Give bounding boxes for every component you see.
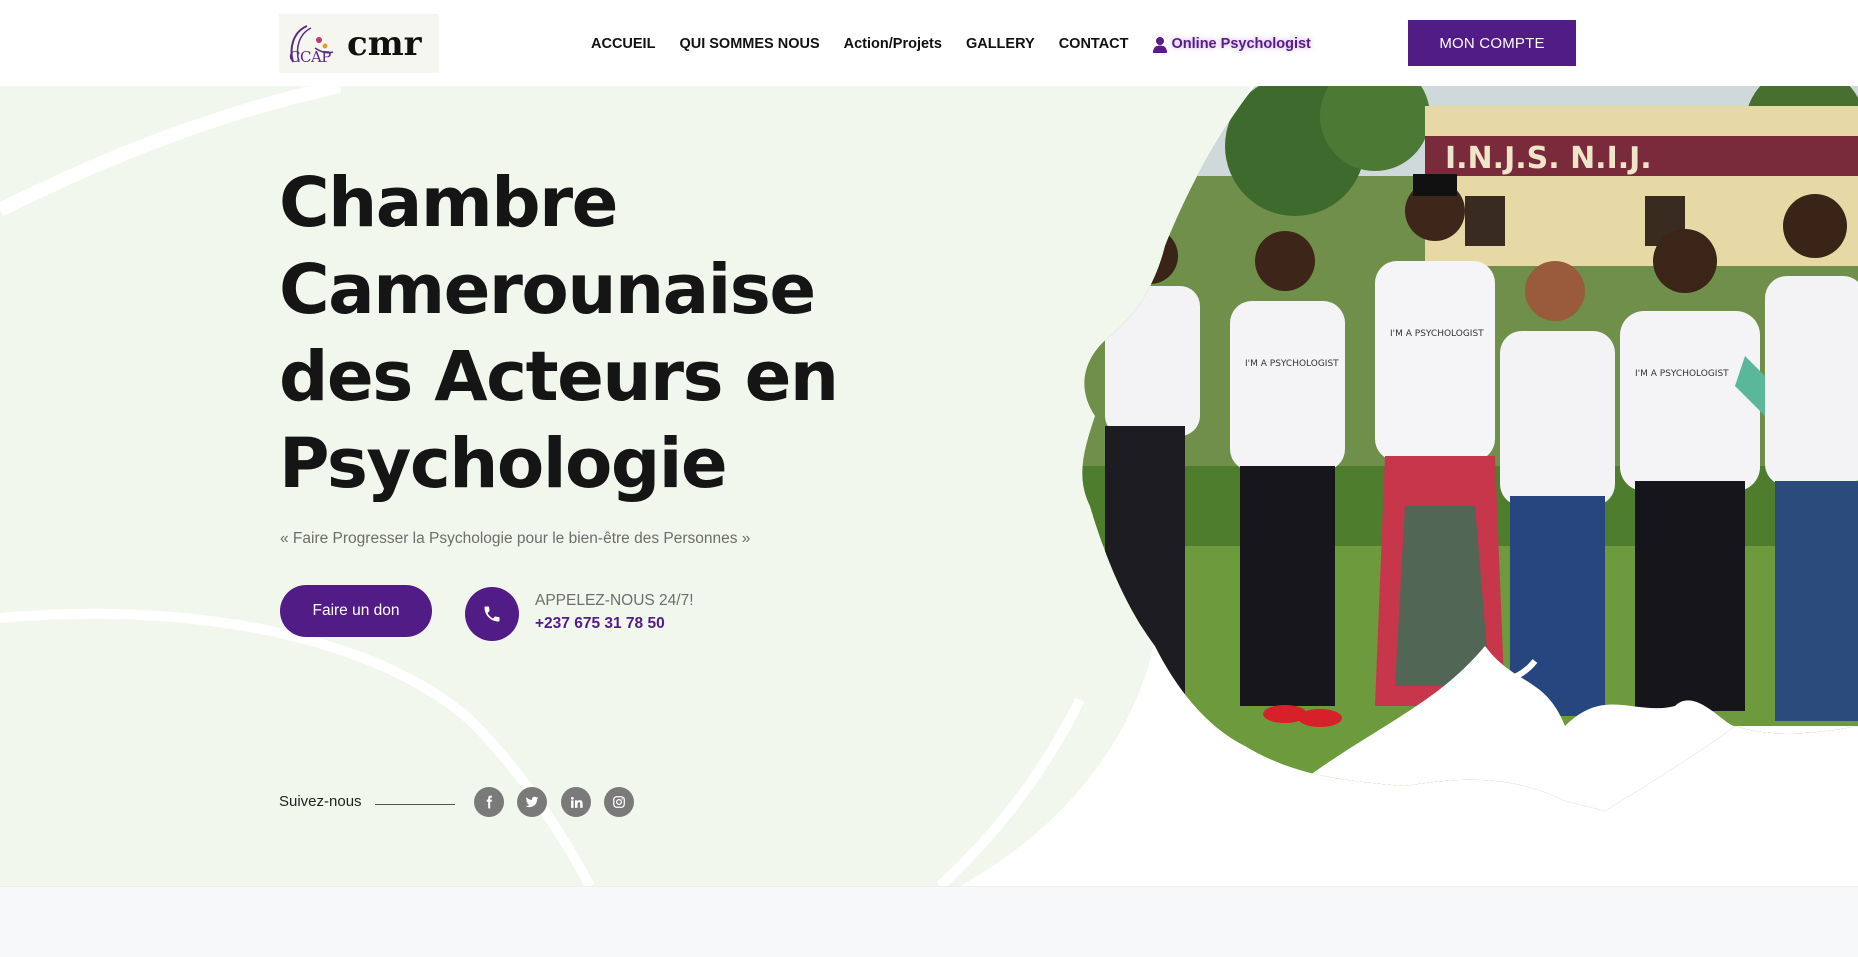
nav-item-action-projets[interactable]: Action/Projets — [844, 36, 942, 52]
mon-compte-button[interactable]: MON COMPTE — [1408, 20, 1576, 66]
follow-divider — [375, 804, 455, 805]
hero-title-line: Chambre — [279, 163, 618, 243]
photo-shirt-text: I'M A PSYCHOLOGIST — [1635, 369, 1729, 379]
donate-button[interactable]: Faire un don — [280, 585, 432, 637]
nav-item-contact[interactable]: CONTACT — [1059, 36, 1129, 52]
linkedin-link[interactable] — [561, 787, 591, 817]
call-label: APPELEZ-NOUS 24/7! — [535, 592, 694, 609]
instagram-link[interactable] — [604, 787, 634, 817]
hero-tagline: « Faire Progresser la Psychologie pour l… — [280, 530, 751, 547]
phone-icon — [484, 606, 500, 622]
logo-mark: CCAP — [285, 18, 341, 70]
site-header: CCAP cmr ACCUEIL QUI SOMMES NOUS Action/… — [0, 0, 1858, 86]
user-icon — [1152, 36, 1167, 53]
phone-button[interactable] — [465, 587, 519, 641]
site-logo[interactable]: CCAP cmr — [279, 14, 439, 73]
photo-sign-text: I.N.J.S. N.I.J. — [1445, 141, 1652, 176]
page: CCAP cmr ACCUEIL QUI SOMMES NOUS Action/… — [0, 0, 1858, 957]
hero-group-photo: I.N.J.S. N.I.J. I'M A PSYCHOLOGIST I'M A… — [1082, 86, 1858, 811]
next-section-band — [0, 886, 1858, 957]
follow-label: Suivez-nous — [279, 793, 362, 810]
nav-item-gallery[interactable]: GALLERY — [966, 36, 1035, 52]
linkedin-icon — [570, 796, 583, 808]
facebook-link[interactable] — [474, 787, 504, 817]
facebook-icon — [486, 795, 492, 809]
call-number-link[interactable]: +237 675 31 78 50 — [535, 615, 665, 633]
photo-shirt-text: I'M A PSYCHOLOGIST — [1390, 329, 1484, 339]
instagram-icon — [613, 796, 625, 808]
online-psychologist-label: Online Psychologist — [1171, 36, 1311, 52]
photo-shirt-text: I'M A PSYCHOLOGIST — [1245, 359, 1339, 369]
hero-title-line: Camerounaise — [279, 250, 816, 330]
twitter-link[interactable] — [517, 787, 547, 817]
hero-title-line: des Acteurs en — [279, 337, 839, 417]
hero-title-line: Psychologie — [279, 424, 728, 504]
hero-title: Chambre Camerounaise des Acteurs en Psyc… — [279, 160, 839, 508]
logo-wordmark: cmr — [347, 23, 422, 64]
main-nav: ACCUEIL QUI SOMMES NOUS Action/Projets G… — [591, 34, 1311, 54]
nav-item-online-psychologist[interactable]: Online Psychologist — [1152, 36, 1311, 53]
nav-item-accueil[interactable]: ACCUEIL — [591, 36, 655, 52]
twitter-icon — [525, 796, 539, 808]
logo-mark-text: CCAP — [289, 47, 331, 66]
nav-item-qui-sommes-nous[interactable]: QUI SOMMES NOUS — [679, 36, 819, 52]
